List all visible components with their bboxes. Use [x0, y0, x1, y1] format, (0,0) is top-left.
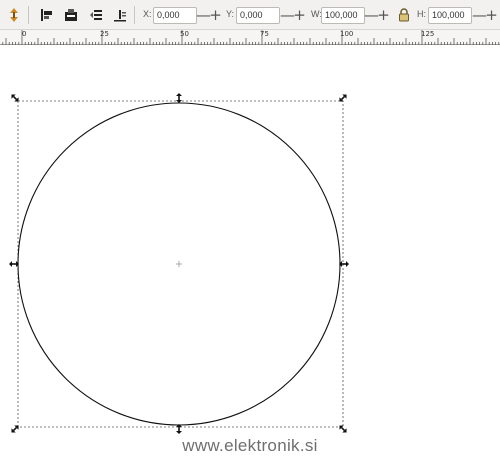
h-decrement-button[interactable]: —	[472, 8, 487, 23]
toolbar-separator	[28, 6, 29, 24]
align-left-icon[interactable]	[38, 5, 56, 25]
tool-controls-bar: X: 0,000 — + Y: 0,000 — + W: 100,000 — +…	[0, 0, 500, 30]
rotation-center-icon[interactable]	[176, 261, 182, 267]
scale-handle-top-left-icon[interactable]	[9, 92, 20, 103]
scale-handle-top-icon[interactable]	[176, 93, 182, 103]
ruler-label: 125	[421, 30, 435, 38]
y-increment-button[interactable]: +	[293, 8, 306, 23]
toolbar-separator	[134, 6, 135, 24]
ruler-label: 75	[260, 30, 269, 38]
ruler-label: 50	[180, 30, 189, 38]
ruler-label: 0	[22, 30, 27, 38]
y-input[interactable]: 0,000	[236, 7, 280, 24]
y-label: Y:	[226, 9, 235, 19]
x-label: X:	[143, 9, 152, 19]
ruler-label: 25	[100, 30, 109, 38]
horizontal-ruler[interactable]: 0 25 50 75 100 125	[0, 30, 500, 45]
lower-icon[interactable]	[111, 5, 129, 25]
h-label: H:	[417, 9, 426, 19]
align-bottom-icon[interactable]	[62, 5, 80, 25]
x-decrement-button[interactable]: —	[196, 8, 211, 23]
scale-handle-bottom-left-icon[interactable]	[9, 423, 20, 434]
w-decrement-button[interactable]: —	[364, 8, 379, 23]
lock-icon[interactable]	[395, 5, 413, 25]
transform-handle-icon[interactable]	[5, 5, 23, 25]
watermark-text: www.elektronik.si	[182, 436, 318, 455]
drawing-canvas[interactable]	[0, 45, 500, 462]
x-input[interactable]: 0,000	[153, 7, 197, 24]
ruler-label: 100	[340, 30, 354, 38]
w-increment-button[interactable]: +	[377, 8, 390, 23]
h-input[interactable]: 100,000	[428, 7, 472, 24]
y-decrement-button[interactable]: —	[280, 8, 295, 23]
w-input[interactable]: 100,000	[321, 7, 365, 24]
raise-icon[interactable]	[87, 5, 105, 25]
h-increment-button[interactable]: +	[485, 8, 498, 23]
x-increment-button[interactable]: +	[209, 8, 222, 23]
